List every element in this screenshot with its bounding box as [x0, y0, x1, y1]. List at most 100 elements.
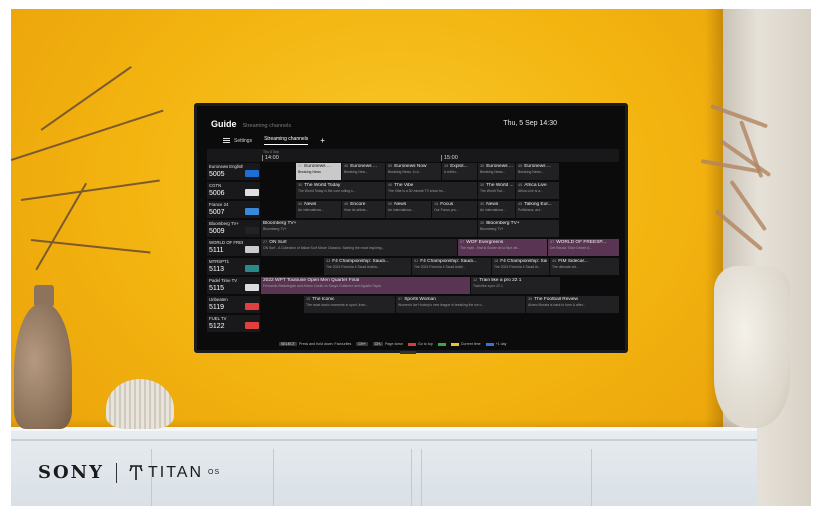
programme-description: Breaking News...	[518, 170, 544, 174]
legend-item: +1 day	[485, 342, 506, 346]
programme-title: 00 News	[388, 202, 407, 207]
channel-cell[interactable]: Padel Time TV 5115	[207, 277, 260, 294]
channel-cell[interactable]: MTRSPT1 5113	[207, 258, 260, 275]
legend-item	[437, 342, 446, 346]
programme-start-minute: 59	[388, 164, 393, 168]
branch	[20, 179, 160, 201]
programme-cell[interactable]: 30 The Football Review Alvaro Morata is ba…	[525, 296, 619, 313]
programme-title: 59 Euronews Now	[388, 164, 427, 169]
channel-logo-icon	[245, 322, 259, 329]
channel-number: 5119	[209, 304, 225, 311]
programme-title: 30 News	[480, 202, 499, 207]
programme-description: An internationa...	[480, 208, 506, 212]
legend-label: Press and hold down: Favourites	[298, 342, 352, 346]
programme-start-minute: 15	[306, 297, 311, 301]
programme-start-minute: 19	[444, 164, 449, 168]
programme-description: Bloomberg TV+	[263, 227, 287, 231]
programme-start-minute: 45	[344, 164, 349, 168]
channel-row: MTRSPT1 5113 33 F4 Championship: Saudi... Th…	[207, 258, 619, 275]
tab-settings[interactable]: Settings	[223, 138, 252, 144]
programme-title: 2022 WPT Toulouse Open Men Quarter Final	[263, 278, 360, 283]
programme-cell[interactable]: 12 Train like a pro 22 1 Train like a pro …	[470, 277, 560, 294]
programme-cell[interactable]: 33 F4 Championship: Saudi... The 2024 Form…	[323, 258, 411, 275]
programme-cell[interactable]: 19 Explot... A rethin...	[441, 163, 477, 180]
channel-name: Bloomberg TV+	[209, 221, 239, 226]
programme-start-minute: 45	[344, 202, 349, 206]
menu-icon	[223, 138, 230, 143]
programme-cell[interactable]: 45 Encore How do artists...	[341, 201, 385, 218]
add-tab-button[interactable]: +	[320, 136, 325, 145]
programme-description: Politicians, act...	[518, 208, 543, 212]
tv-base	[400, 351, 416, 354]
programme-cell[interactable]: 00 The Vibe The Vibe is a 30-minute TV sho…	[385, 182, 477, 199]
channel-number: 5005	[209, 171, 225, 178]
branch	[40, 66, 132, 131]
programme-cell[interactable]: Bloomberg TV+ Bloomberg TV+	[260, 220, 477, 237]
channel-cell[interactable]: CGTN 5006	[207, 182, 260, 199]
channel-cell[interactable]: Euronews English 5005	[207, 163, 260, 180]
programme-cell[interactable]: 2022 WPT Toulouse Open Men Quarter Final…	[260, 277, 470, 294]
programme-cell[interactable]: 18F4 Championship: Sau...The 2024 Formul…	[491, 258, 549, 275]
programme-cell[interactable]: 00 News An internationa...	[385, 201, 431, 218]
color-button-icon	[408, 342, 416, 346]
remote-key-icon: CH-	[372, 342, 384, 346]
channel-row: FUEL TV 5122	[207, 315, 619, 332]
color-button-icon	[450, 342, 459, 346]
time-marker: 15:00	[441, 155, 458, 161]
programme-cell[interactable]: 47 Sports Woman Women's Ice Hockey's new l…	[395, 296, 525, 313]
channel-row: WORLD OF FREE... 5111 27ON SurfON Surf - A…	[207, 239, 619, 256]
programme-start-minute: 30	[298, 164, 303, 168]
channel-cell[interactable]: WORLD OF FREE... 5111	[207, 239, 260, 256]
programme-description: Breaking New...	[344, 170, 368, 174]
guide-header: Guide Streaming channels	[211, 119, 291, 129]
channel-cell[interactable]: Unbeaten 5119	[207, 296, 260, 313]
programme-cell[interactable]: 30 The World Today The World Today is the …	[295, 182, 385, 199]
programme-cell[interactable]: 15 Focus Our Focus pro...	[431, 201, 477, 218]
programme-cell[interactable]: 45 Africa Live Africa Live is a...	[515, 182, 559, 199]
channel-number: 5115	[209, 285, 225, 292]
channel-number: 5007	[209, 209, 225, 216]
programme-cell[interactable]: 37 WORLD OF FREESP... Der Beuda Tölze Dese…	[547, 239, 619, 256]
ribbed-vase	[106, 379, 174, 429]
programme-cell[interactable]: 45 Euronews ... Breaking New...	[341, 163, 385, 180]
programme-cell[interactable]: 30 News An internationa...	[477, 201, 515, 218]
remote-key-icon: SELECT	[279, 342, 297, 346]
programme-title: 51 F4 Championship: Saudi...	[414, 259, 477, 264]
channel-name: France 24	[209, 202, 229, 207]
programme-title: 47 Sports Woman	[398, 297, 436, 302]
programme-cell[interactable]: 15 The Iconic The most iconic moments in s…	[303, 296, 395, 313]
programme-cell[interactable]: 51 F4 Championship: Saudi... The 2024 Form…	[411, 258, 491, 275]
white-vase	[714, 266, 790, 428]
programme-title: 30 The World Today	[298, 183, 341, 188]
channel-cell[interactable]: FUEL TV 5122	[207, 315, 260, 332]
programme-cell[interactable]: 30 Euronews ... Breaking News	[295, 163, 341, 180]
programme-cell[interactable]: 30 The World ... The World Tod...	[477, 182, 515, 199]
channel-cell[interactable]: France 24 5007	[207, 201, 260, 218]
programme-cell[interactable]: 44 FIM Sidecar... The ultimate sid...	[549, 258, 619, 275]
programme-start-minute: 37	[550, 240, 555, 244]
channel-cell[interactable]: Bloomberg TV+ 5009	[207, 220, 260, 237]
remote-key-icon: CH+	[356, 342, 368, 346]
programme-cell[interactable]: 30 Euronews ... Breaking News...	[477, 163, 515, 180]
programme-description: Bloomberg TV+	[480, 227, 504, 231]
programme-cell[interactable]: 45 Euronews ... Breaking News...	[515, 163, 559, 180]
programme-description: The Vibe is a 30-minute TV show fro...	[388, 189, 446, 193]
programme-description: The most iconic moments in sport, from..…	[306, 303, 369, 307]
channel-name: Euronews English	[209, 164, 243, 169]
channel-row: France 24 5007 30 News An internationa... 45 E…	[207, 201, 619, 218]
legend-item: CH+	[356, 342, 368, 346]
programme-start-minute: 30	[480, 183, 485, 187]
tab-streaming-channels[interactable]: Streaming channels	[264, 136, 309, 145]
page-title: Guide	[211, 119, 237, 129]
programme-start-minute: 30	[298, 183, 303, 187]
timeline: Thu 5 Sep 14:00 15:00	[207, 149, 619, 162]
channel-row: Bloomberg TV+ 5009 Bloomberg TV+ Bloomberg …	[207, 220, 619, 237]
programme-cell[interactable]: 30 News An internationa...	[295, 201, 341, 218]
programme-cell[interactable]: 07 WOF Evergreens The myth - that is Sower…	[457, 239, 547, 256]
programme-cell[interactable]: 59 Euronews Now Breaking News. In d...	[385, 163, 441, 180]
timeline-date: Thu 5 Sep	[263, 150, 280, 154]
channel-name: WORLD OF FREE...	[209, 240, 243, 245]
programme-cell[interactable]: 27 ON Surf ON Surf - A Collection of Itali…	[260, 239, 457, 256]
programme-cell[interactable]: 45 Talking Eur... Politicians, act...	[515, 201, 559, 218]
programme-cell[interactable]: 30 Bloomberg TV+ Bloomberg TV+	[477, 220, 559, 237]
